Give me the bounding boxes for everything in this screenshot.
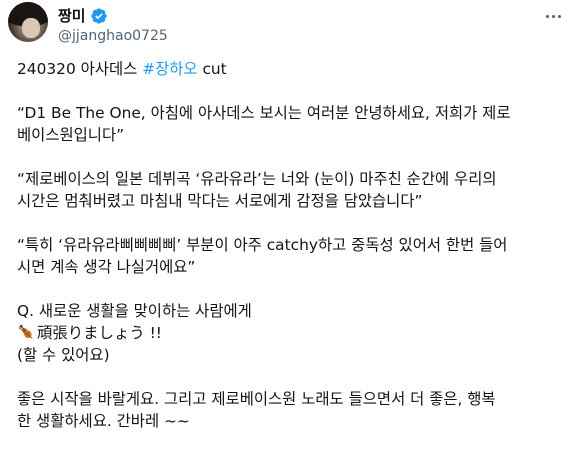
tweet-card: 짱미 @jjanghao0725 240320 아사데스 #장하오 cut “D…: [0, 0, 578, 467]
avatar[interactable]: [8, 2, 48, 42]
answer-korean-line: (할 수 있어요): [17, 346, 110, 364]
violin-emoji-icon: [18, 324, 33, 339]
answer-japanese-line: 頑張りましょう !!: [17, 322, 567, 344]
tweet-header: 짱미 @jjanghao0725: [0, 0, 578, 50]
paragraph-2-line-2: 시간은 멈춰버렸고 마침내 막다는 서로에게 감정을 담았습니다”: [17, 192, 423, 210]
tweet-line-title: 240320 아사데스 #장하오 cut: [17, 58, 567, 80]
name-row: 짱미: [58, 6, 108, 26]
verified-badge-icon: [90, 8, 107, 24]
answer-japanese-text: 頑張りましょう !!: [37, 324, 162, 342]
question-line: Q. 새로운 생활을 맞이하는 사람에게: [17, 302, 252, 320]
more-options-icon[interactable]: [542, 8, 564, 24]
paragraph-1-line-1: “D1 Be The One, 아침에 아사데스 보시는 여러분 안녕하세요, …: [17, 104, 511, 122]
user-handle[interactable]: @jjanghao0725: [58, 27, 168, 45]
title-suffix: cut: [197, 60, 227, 78]
paragraph-1-line-2: 베이스원입니다”: [17, 126, 125, 144]
closing-line-1: 좋은 시작을 바랄게요. 그리고 제로베이스원 노래도 들으면서 더 좋은, 행…: [17, 390, 496, 408]
paragraph-3-line-1: “특히 ‘유라유라삐삐삐삐’ 부분이 아주 catchy하고 중독성 있어서 한…: [17, 236, 508, 254]
tweet-text: 240320 아사데스 #장하오 cut “D1 Be The One, 아침에…: [17, 58, 567, 432]
paragraph-2-line-1: “제로베이스의 일본 데뷔곡 ‘유라유라’는 너와 (눈이) 마주친 순간에 우…: [17, 170, 497, 188]
hashtag-link[interactable]: #장하오: [142, 60, 197, 78]
display-name[interactable]: 짱미: [58, 6, 86, 26]
closing-line-2: 한 생활하세요. 간바레 ~~: [17, 412, 190, 430]
title-prefix: 240320 아사데스: [17, 60, 143, 78]
paragraph-3-line-2: 시면 계속 생각 나실거에요”: [17, 258, 196, 276]
